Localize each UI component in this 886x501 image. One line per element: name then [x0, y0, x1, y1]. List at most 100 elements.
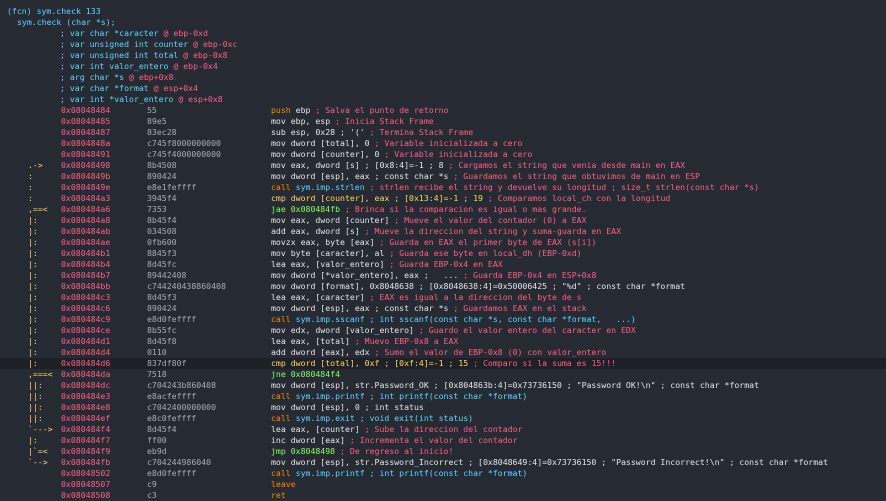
- comment: ; Mueve el valor del contador (0) a EAX: [394, 215, 587, 225]
- instruction: lea eax, [caracter] ; EAX es igual a la …: [271, 292, 582, 303]
- instruction-row[interactable]: : 0x080484a3 3945f4 cmp dword [counter], ea…: [0, 193, 886, 204]
- instruction-row[interactable]: ||: 0x080484ef e8c0feffff call sym.imp.exit…: [0, 413, 886, 424]
- instruction-row[interactable]: |: 0x080484b4 8d45fc lea eax, [valor_entero…: [0, 259, 886, 270]
- address[interactable]: 0x080484e3: [61, 391, 110, 402]
- instruction-row[interactable]: 0x08048502 e8d0feffff call sym.imp.printf …: [0, 468, 886, 479]
- address[interactable]: 0x080484f4: [61, 424, 110, 435]
- instruction-row[interactable]: `--> 0x080484fb c704244986040 mov dword [es…: [0, 457, 886, 468]
- address[interactable]: 0x080484d6: [61, 358, 110, 369]
- address[interactable]: 0x080484c9: [61, 314, 110, 325]
- instruction: mov dword [format], 0x8048638 ; [0x80486…: [271, 281, 685, 292]
- instruction-row[interactable]: |: 0x080484b1 8845f3 mov byte [caracter], a…: [0, 248, 886, 259]
- address[interactable]: 0x080484ef: [61, 413, 110, 424]
- var-location: @ ebp+0x8: [129, 72, 174, 82]
- address[interactable]: 0x080484dc: [61, 380, 110, 391]
- address[interactable]: 0x080484f7: [61, 435, 110, 446]
- instruction-row[interactable]: |: 0x080484ae 0fb600 movzx eax, byte [eax] …: [0, 237, 886, 248]
- address[interactable]: 0x080484b4: [61, 259, 110, 270]
- opcode-bytes: e8c0feffff: [147, 413, 197, 423]
- opcode-bytes: 8d45fc: [147, 259, 177, 269]
- instruction-row[interactable]: |`=< 0x080484f9 eb9d jmp 0x8048498 ; De reg…: [0, 446, 886, 457]
- instruction-row[interactable]: |: 0x080484ce 8b55fc mov edx, dword [valor_…: [0, 325, 886, 336]
- flow-arrow: ,==<: [28, 204, 48, 214]
- address[interactable]: 0x08048502: [61, 468, 110, 479]
- instruction-row[interactable]: |: 0x080484f7 ff00 inc dword [eax] ; Increm…: [0, 435, 886, 446]
- flow-arrow: ,===<: [28, 369, 53, 379]
- instruction-row[interactable]: |: 0x080484b7 89442408 mov dword [*valor_en…: [0, 270, 886, 281]
- address[interactable]: 0x08048487: [61, 127, 110, 138]
- instruction-row[interactable]: 0x08048485 89e5 mov ebp, esp ; Inicia Stac…: [0, 116, 886, 127]
- instruction-row[interactable]: |: 0x080484bb c744240438860408 mov dword [f…: [0, 281, 886, 292]
- instruction-row[interactable]: |: 0x080484d1 8d45f8 lea eax, [total] ; Mue…: [0, 336, 886, 347]
- opcode-bytes: 034508: [147, 226, 177, 236]
- address[interactable]: 0x080484a8: [61, 215, 110, 226]
- address[interactable]: 0x080484f9: [61, 446, 110, 457]
- comment: ; Guarda EBP-0x4 en EAX: [389, 259, 503, 269]
- address[interactable]: 0x080484b7: [61, 270, 110, 281]
- instruction-row[interactable]: 0x08048491 c745f4000000000 mov dword [coun…: [0, 149, 886, 160]
- address[interactable]: 0x080484bb: [61, 281, 110, 292]
- instruction-row[interactable]: ,==< 0x080484a6 7353 jae 0x080484fb ; Brinc…: [0, 204, 886, 215]
- instruction-row[interactable]: : 0x0804849e e8e1feffff call sym.imp.strlen…: [0, 182, 886, 193]
- instruction-row[interactable]: |: 0x080484d6 837df80f cmp dword [total], 0…: [0, 358, 886, 369]
- instruction: mov dword [total], 0 ; Variable iniciali…: [271, 138, 522, 149]
- address[interactable]: 0x0804848a: [61, 138, 110, 149]
- instruction-row[interactable]: 0x0804848a c745f8000000000 mov dword [tota…: [0, 138, 886, 149]
- instruction-row[interactable]: 0x08048487 83ec28 sub esp, 0x28 ; '(' ; Te…: [0, 127, 886, 138]
- comment: ; Cargamos el string que venia desde mai…: [448, 160, 686, 170]
- instruction-row[interactable]: ||: 0x080484dc c704243b860408 mov dword [es…: [0, 380, 886, 391]
- instruction-row[interactable]: .-> 0x08048498 8b4508 mov eax, dword [s] ; …: [0, 160, 886, 171]
- address[interactable]: 0x080484a3: [61, 193, 110, 204]
- instruction-row[interactable]: 0x08048507 c9 leave: [0, 479, 886, 490]
- instruction-row[interactable]: |: 0x080484c6 890424 mov dword [esp], eax ;…: [0, 303, 886, 314]
- instruction-row[interactable]: ||: 0x080484e8 c7042400000000 mov dword [es…: [0, 402, 886, 413]
- instruction-row[interactable]: ,===< 0x080484da 7518 jne 0x080484f4: [0, 369, 886, 380]
- address[interactable]: 0x080484c6: [61, 303, 110, 314]
- address[interactable]: 0x080484ae: [61, 237, 110, 248]
- address[interactable]: 0x08048491: [61, 149, 110, 160]
- instruction-row[interactable]: |: 0x080484d4 0110 add dword [eax], edx ; S…: [0, 347, 886, 358]
- var-decl: ; var unsigned int counter: [60, 39, 189, 49]
- address[interactable]: 0x080484a6: [61, 204, 110, 215]
- operands: dword [counter], eax ; [0x13:4]=-1 ; 19: [290, 193, 483, 203]
- mnemonic: call: [271, 391, 291, 401]
- flow-arrow: ||:: [28, 391, 43, 401]
- instruction-row[interactable]: 0x08048508 c3 ret: [0, 490, 886, 501]
- address[interactable]: 0x080484c3: [61, 292, 110, 303]
- operands: eax, byte [eax]: [300, 237, 375, 247]
- address[interactable]: 0x0804849b: [61, 171, 110, 182]
- address[interactable]: 0x080484da: [61, 369, 110, 380]
- operands: byte [caracter], al: [290, 248, 385, 258]
- opcode-bytes: 8b55fc: [147, 325, 177, 335]
- instruction-row[interactable]: ||: 0x080484e3 e8acfeffff call sym.imp.prin…: [0, 391, 886, 402]
- disassembly-view[interactable]: (fcn) sym.check 133 sym.check (char *s);…: [0, 0, 886, 501]
- instruction-row[interactable]: |: 0x080484c9 e8d0feffff call sym.imp.sscan…: [0, 314, 886, 325]
- mnemonic: mov: [271, 457, 286, 467]
- opcode-bytes: 890424: [147, 171, 177, 181]
- instruction-row[interactable]: |: 0x080484ab 034508 add eax, dword [s] ; M…: [0, 226, 886, 237]
- address[interactable]: 0x0804849e: [61, 182, 110, 193]
- instruction-row[interactable]: 0x08048484 55 push ebp ; Salva el punto de…: [0, 105, 886, 116]
- operands: sym.imp.exit ; void exit(int status): [295, 413, 474, 423]
- address[interactable]: 0x080484ab: [61, 226, 110, 237]
- address[interactable]: 0x080484d1: [61, 336, 110, 347]
- var-decl: ; arg char *s: [60, 72, 125, 82]
- instruction-row[interactable]: : 0x0804849b 890424 mov dword [esp], eax ; …: [0, 171, 886, 182]
- address[interactable]: 0x08048484: [61, 105, 110, 116]
- mnemonic: add: [271, 347, 286, 357]
- instruction-row[interactable]: |: 0x080484c3 8d45f3 lea eax, [caracter] ; …: [0, 292, 886, 303]
- address[interactable]: 0x080484e8: [61, 402, 110, 413]
- instruction-row[interactable]: `---> 0x080484f4 8d45f4 lea eax, [counter] …: [0, 424, 886, 435]
- address[interactable]: 0x080484b1: [61, 248, 110, 259]
- opcode-bytes: e8d0feffff: [147, 468, 197, 478]
- address[interactable]: 0x08048507: [61, 479, 110, 490]
- address[interactable]: 0x08048498: [61, 160, 110, 171]
- address[interactable]: 0x080484ce: [61, 325, 110, 336]
- instruction: mov dword [esp], eax ; const char *s ; G…: [271, 303, 587, 314]
- address[interactable]: 0x08048508: [61, 490, 110, 501]
- address[interactable]: 0x08048485: [61, 116, 110, 127]
- address[interactable]: 0x080484d4: [61, 347, 110, 358]
- address[interactable]: 0x080484fb: [61, 457, 110, 468]
- opcode-bytes: c745f4000000000: [147, 149, 221, 159]
- instruction-row[interactable]: |: 0x080484a8 8b45f4 mov eax, dword [counte…: [0, 215, 886, 226]
